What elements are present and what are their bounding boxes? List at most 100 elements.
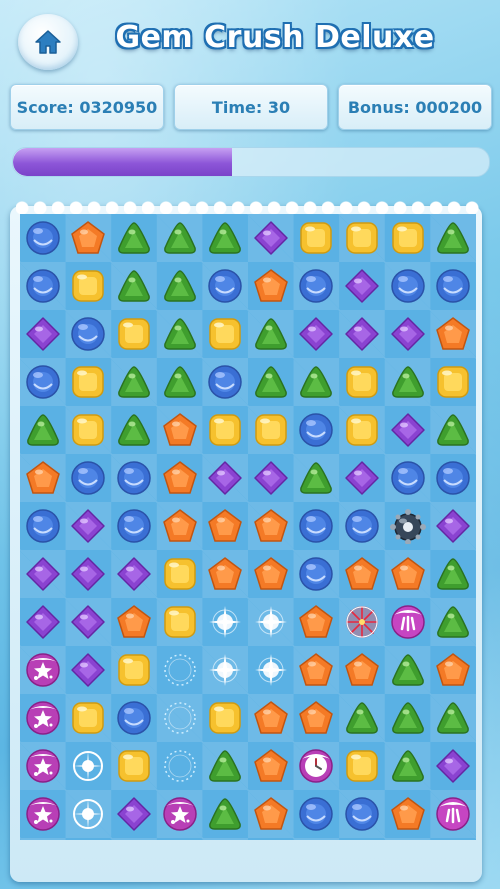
board-cell[interactable] <box>294 454 340 502</box>
board-cell[interactable] <box>385 358 431 406</box>
board-cell[interactable] <box>294 358 340 406</box>
board-cell[interactable] <box>111 310 157 358</box>
board-cell[interactable] <box>294 214 340 262</box>
board-cell[interactable] <box>202 742 248 790</box>
board-cell[interactable] <box>430 598 476 646</box>
board-cell[interactable] <box>157 358 203 406</box>
board-cell[interactable] <box>294 694 340 742</box>
board-cell[interactable] <box>248 454 294 502</box>
board-cell[interactable] <box>202 406 248 454</box>
board-cell[interactable] <box>248 310 294 358</box>
board-cell[interactable] <box>430 502 476 550</box>
board-cell[interactable] <box>385 790 431 838</box>
board-cell[interactable] <box>385 262 431 310</box>
board-cell[interactable] <box>157 790 203 838</box>
board-cell[interactable] <box>294 646 340 694</box>
board-cell[interactable] <box>294 598 340 646</box>
board-cell[interactable] <box>248 790 294 838</box>
board-cell[interactable] <box>339 646 385 694</box>
board-cell[interactable] <box>111 262 157 310</box>
board-cell[interactable] <box>202 310 248 358</box>
board-cell[interactable] <box>111 214 157 262</box>
board-cell[interactable] <box>430 358 476 406</box>
board-cell[interactable] <box>20 214 66 262</box>
board-cell[interactable] <box>294 262 340 310</box>
board-cell[interactable] <box>66 598 112 646</box>
board-cell[interactable] <box>430 214 476 262</box>
board-cell[interactable] <box>430 262 476 310</box>
board-cell[interactable] <box>157 598 203 646</box>
board-cell[interactable] <box>157 646 203 694</box>
board-cell[interactable] <box>430 742 476 790</box>
board-cell[interactable] <box>202 358 248 406</box>
board-cell[interactable] <box>202 214 248 262</box>
board-cell[interactable] <box>385 742 431 790</box>
board-cell[interactable] <box>20 790 66 838</box>
board-cell[interactable] <box>430 694 476 742</box>
board-cell[interactable] <box>248 694 294 742</box>
board-cell[interactable] <box>385 598 431 646</box>
board-cell[interactable] <box>157 694 203 742</box>
board-cell[interactable] <box>294 742 340 790</box>
board-cell[interactable] <box>20 598 66 646</box>
board-cell[interactable] <box>66 502 112 550</box>
board-cell[interactable] <box>385 646 431 694</box>
board-cell[interactable] <box>20 742 66 790</box>
board-cell[interactable] <box>66 358 112 406</box>
board-cell[interactable] <box>430 790 476 838</box>
board-cell[interactable] <box>20 454 66 502</box>
board-cell[interactable] <box>202 550 248 598</box>
board-cell[interactable] <box>294 406 340 454</box>
board-cell[interactable] <box>430 310 476 358</box>
board-cell[interactable] <box>66 694 112 742</box>
board-cell[interactable] <box>385 310 431 358</box>
board-cell[interactable] <box>248 502 294 550</box>
board-cell[interactable] <box>385 502 431 550</box>
board-cell[interactable] <box>339 262 385 310</box>
board-cell[interactable] <box>385 550 431 598</box>
board-cell[interactable] <box>339 694 385 742</box>
board-cell[interactable] <box>385 694 431 742</box>
board-cell[interactable] <box>385 454 431 502</box>
board-cell[interactable] <box>248 646 294 694</box>
board-cell[interactable] <box>339 598 385 646</box>
board-cell[interactable] <box>157 502 203 550</box>
board-cell[interactable] <box>20 550 66 598</box>
board-cell[interactable] <box>430 550 476 598</box>
board-cell[interactable] <box>339 454 385 502</box>
board-cell[interactable] <box>66 310 112 358</box>
board-cell[interactable] <box>430 454 476 502</box>
board-cell[interactable] <box>339 742 385 790</box>
board-cell[interactable] <box>248 214 294 262</box>
board-cell[interactable] <box>66 454 112 502</box>
board-cell[interactable] <box>111 502 157 550</box>
board-cell[interactable] <box>339 214 385 262</box>
board-cell[interactable] <box>20 406 66 454</box>
board-cell[interactable] <box>111 694 157 742</box>
board-cell[interactable] <box>157 550 203 598</box>
board-cell[interactable] <box>385 214 431 262</box>
board-cell[interactable] <box>339 790 385 838</box>
board-cell[interactable] <box>66 550 112 598</box>
board-cell[interactable] <box>202 262 248 310</box>
board-cell[interactable] <box>20 262 66 310</box>
board-cell[interactable] <box>202 646 248 694</box>
board-cell[interactable] <box>157 310 203 358</box>
board-cell[interactable] <box>111 646 157 694</box>
board-cell[interactable] <box>248 406 294 454</box>
board-cell[interactable] <box>66 262 112 310</box>
board-cell[interactable] <box>339 550 385 598</box>
board-cell[interactable] <box>111 742 157 790</box>
board-cell[interactable] <box>385 406 431 454</box>
board-cell[interactable] <box>20 646 66 694</box>
board-cell[interactable] <box>20 310 66 358</box>
board-cell[interactable] <box>111 550 157 598</box>
board-cell[interactable] <box>111 598 157 646</box>
board-cell[interactable] <box>294 790 340 838</box>
board-cell[interactable] <box>339 310 385 358</box>
board-cell[interactable] <box>66 742 112 790</box>
board-cell[interactable] <box>111 358 157 406</box>
board-cell[interactable] <box>248 358 294 406</box>
board-cell[interactable] <box>157 454 203 502</box>
board-cell[interactable] <box>66 646 112 694</box>
